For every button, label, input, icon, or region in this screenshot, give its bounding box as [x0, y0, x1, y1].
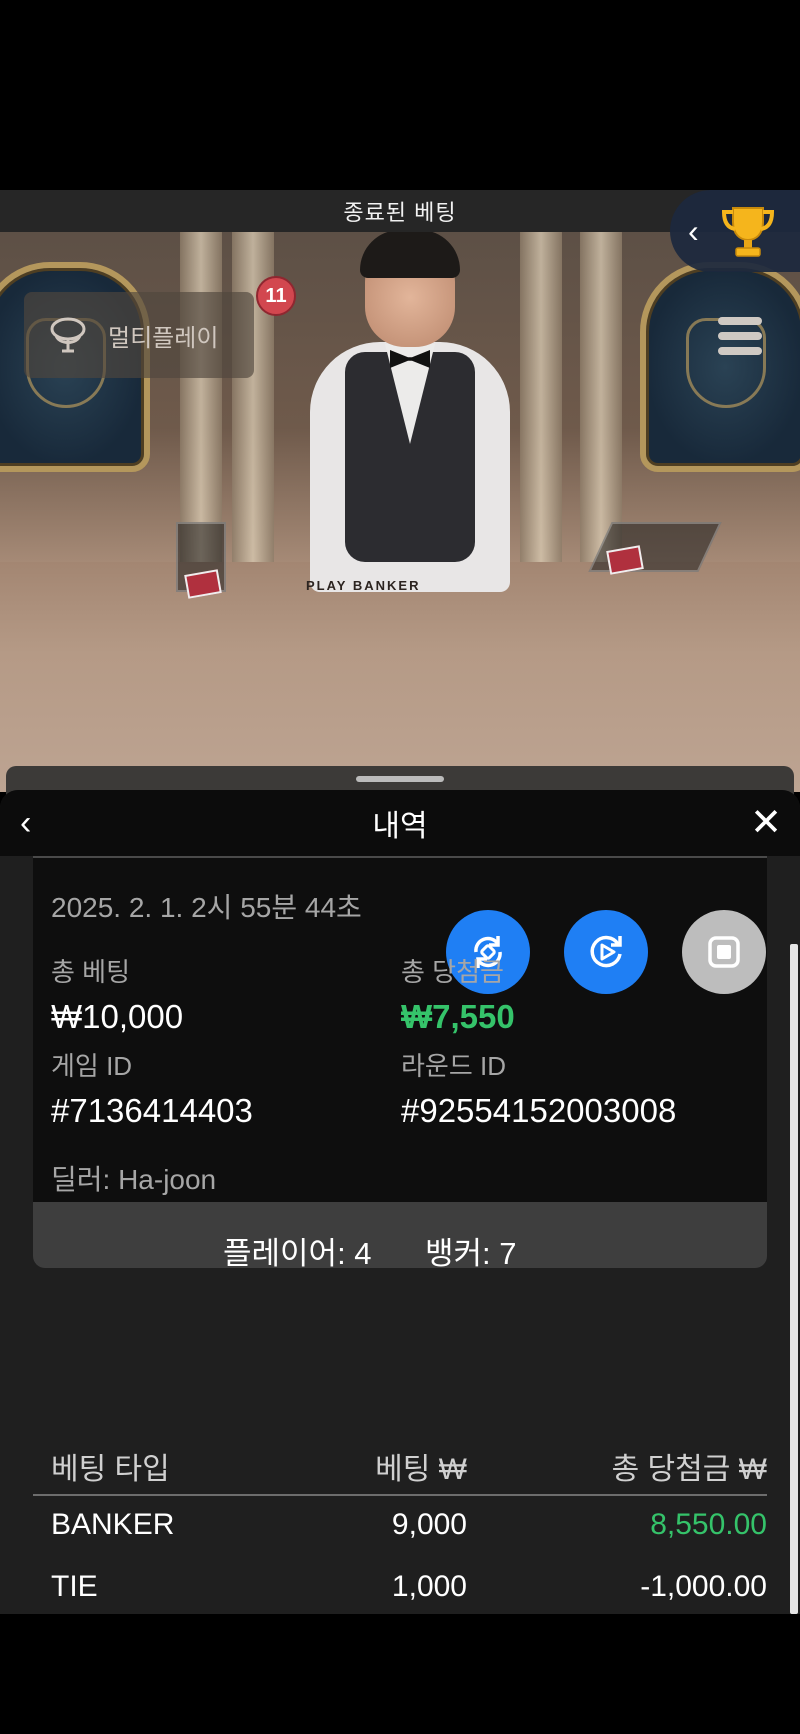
- col-bet-amount: 베팅 ₩: [375, 1453, 467, 1486]
- bet-table: 베팅 타입 베팅 ₩ 총 당첨금 ₩ BANKER 9,000 8,550.00…: [33, 1430, 767, 1614]
- top-bar-title: 종료된 베팅: [343, 200, 457, 225]
- sheet-title: 내역: [372, 810, 428, 843]
- table-row: BANKER 9,000 8,550.00: [33, 1496, 767, 1558]
- sheet-header: ‹ 내역 ✕: [0, 790, 800, 856]
- trophy-panel-toggle[interactable]: ‹: [670, 190, 800, 272]
- multiplay-label: 멀티플레이: [108, 324, 219, 352]
- bet-amount: 1,000: [391, 1570, 467, 1603]
- dealer-figure: [290, 232, 530, 612]
- col-payout: 총 당첨금 ₩: [611, 1453, 767, 1486]
- card-result: 플레이어: 4 뱅커: 7 9♠9♠2♥2♥3♦3♦2♦2♦5♥5♥: [33, 1202, 767, 1268]
- play-video-icon: [590, 935, 622, 968]
- bet-type: BANKER: [51, 1508, 175, 1541]
- multiplay-count-badge: 11: [256, 276, 296, 316]
- video-replay-button[interactable]: [564, 910, 648, 994]
- bet-payout: -1,000.00: [640, 1570, 767, 1603]
- royal-emblem-right: [640, 262, 800, 472]
- multiplay-button[interactable]: 멀티플레이: [24, 292, 254, 378]
- backdrop-pillar: [580, 232, 622, 562]
- player-score: 플레이어: 4: [223, 1236, 372, 1268]
- total-win-label: 총 당첨금: [401, 957, 504, 987]
- table-row: TIE 1,000 -1,000.00: [33, 1558, 767, 1614]
- scrollbar[interactable]: [790, 944, 798, 1614]
- banker-score: 뱅커: 7: [425, 1236, 517, 1268]
- bet-amount: 9,000: [391, 1508, 467, 1541]
- game-id-label: 게임 ID: [51, 1051, 133, 1081]
- bet-payout: 8,550.00: [650, 1508, 767, 1541]
- total-bet-value: ₩10,000: [51, 998, 184, 1035]
- round-date: 2025. 2. 1. 2시 55분 44초: [51, 892, 362, 923]
- col-bet-type: 베팅 타입: [51, 1453, 170, 1486]
- round-id-value: #92554152003008: [401, 1092, 677, 1129]
- total-win-value: ₩7,550: [401, 998, 515, 1035]
- history-sheet: ‹ 내역 ✕ 2025. 2. 1. 2시 55분 44초 총 베팅 ₩10,0…: [0, 790, 800, 1614]
- stop-button[interactable]: [682, 910, 766, 994]
- bet-type: TIE: [51, 1570, 98, 1603]
- close-icon[interactable]: ✕: [750, 800, 782, 845]
- stop-icon: [708, 936, 740, 968]
- total-bet-label: 총 베팅: [51, 957, 130, 987]
- drag-handle[interactable]: [356, 776, 444, 782]
- hamburger-menu-icon[interactable]: [718, 317, 762, 355]
- round-id-label: 라운드 ID: [401, 1051, 506, 1081]
- table-printed-text: PLAY BANKER: [306, 578, 421, 593]
- backdrop-pillar: [180, 232, 222, 562]
- trophy-icon: [721, 207, 774, 257]
- round-card: 2025. 2. 1. 2시 55분 44초 총 베팅 ₩10,000 총 당첨…: [33, 856, 767, 1268]
- chevron-left-icon: ‹: [688, 213, 699, 249]
- multiplay-icon: [50, 317, 86, 353]
- chevron-left-icon[interactable]: ‹: [20, 804, 31, 843]
- game-id-value: #7136414403: [51, 1092, 253, 1129]
- bet-table-header: 베팅 타입 베팅 ₩ 총 당첨금 ₩: [33, 1430, 767, 1496]
- round-summary: 2025. 2. 1. 2시 55분 44초 총 베팅 ₩10,000 총 당첨…: [33, 856, 767, 1202]
- live-video[interactable]: PLAY BANKER 멀티플레이 11: [0, 232, 800, 792]
- dealer-name: 딜러: Ha-joon: [51, 1164, 217, 1195]
